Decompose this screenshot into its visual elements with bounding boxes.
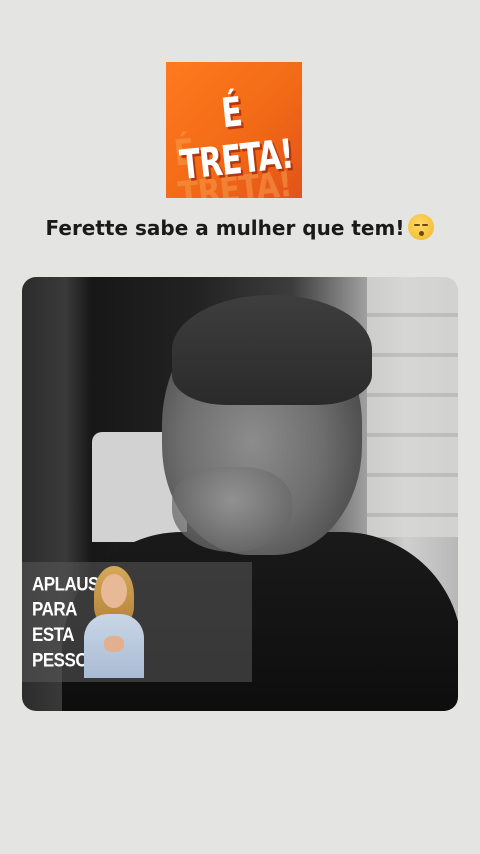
logo-text: É TRETA! [177, 88, 296, 190]
dizzy-face-emoji-icon [408, 214, 435, 240]
post-caption: Ferette sabe a mulher que tem! [0, 214, 480, 240]
sticker-woman-image [82, 566, 146, 678]
video-frame[interactable]: APLAUSOS PARA ESTA PESSOA [22, 277, 458, 711]
background-window [367, 277, 458, 537]
man-beard [172, 467, 292, 552]
reaction-sticker: APLAUSOS PARA ESTA PESSOA [22, 562, 252, 682]
man-hair [172, 295, 372, 405]
e-treta-logo: É TRETA! É TRETA! [166, 62, 302, 198]
caption-text: Ferette sabe a mulher que tem! [45, 216, 405, 240]
